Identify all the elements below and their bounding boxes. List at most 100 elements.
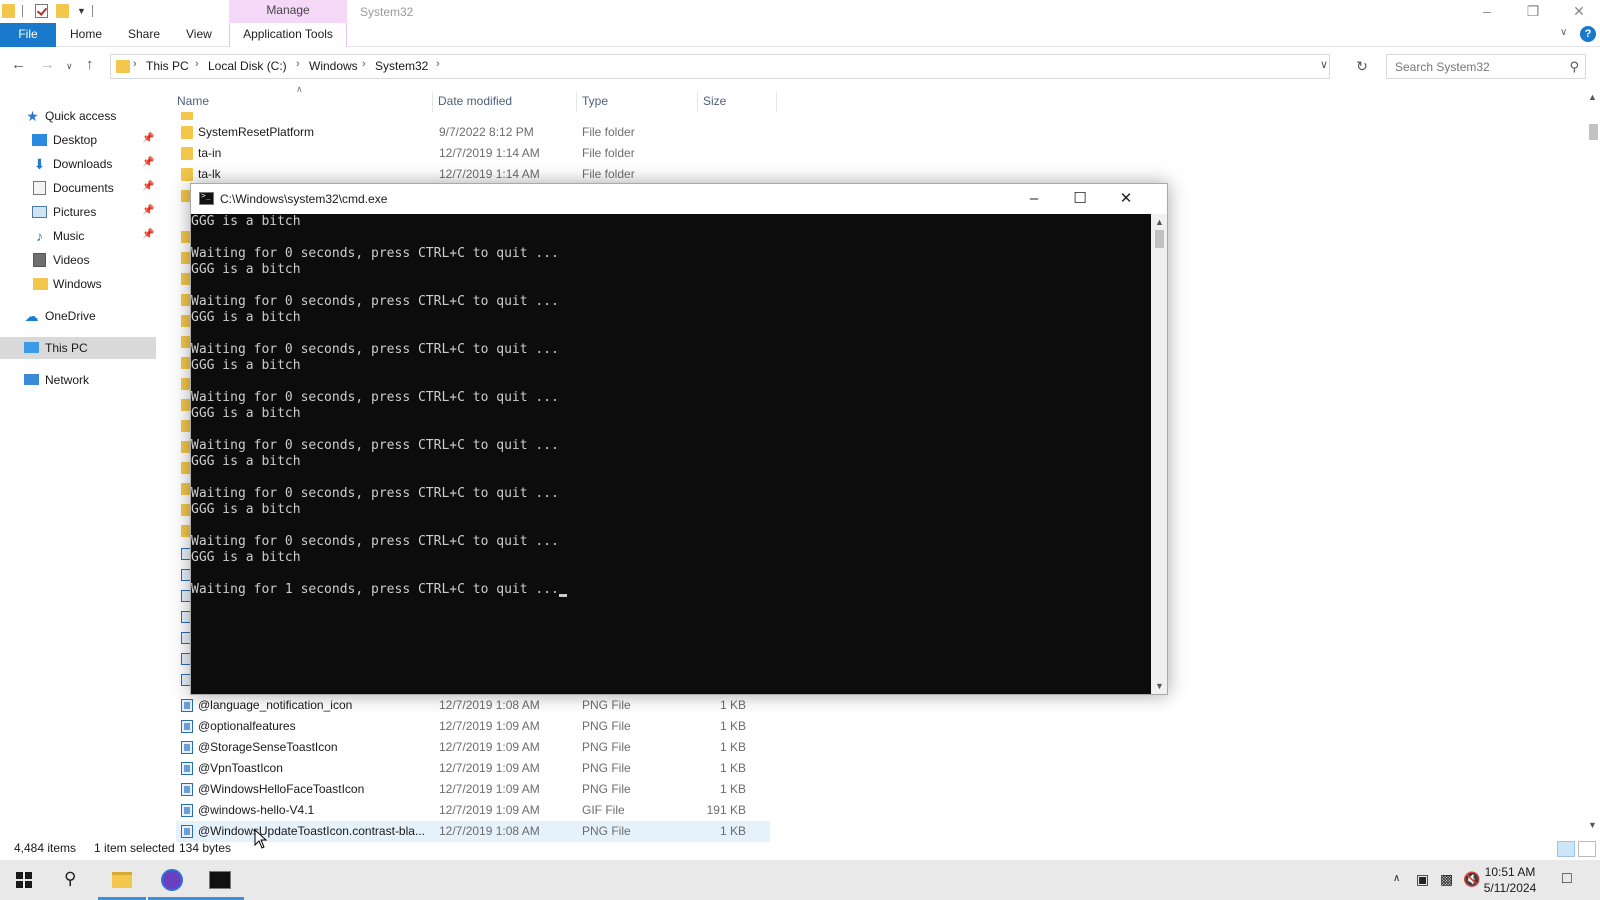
table-row[interactable]: SystemResetPlatform 9/7/2022 8:12 PM Fil…: [176, 122, 770, 143]
taskbar-file-explorer[interactable]: [98, 860, 146, 900]
console-line: GGG is a bitch: [191, 262, 301, 277]
properties-icon[interactable]: [35, 4, 48, 18]
chevron-up-icon[interactable]: ∧: [1393, 873, 1400, 884]
refresh-icon[interactable]: ↻: [1348, 54, 1376, 79]
breadcrumb-this-pc[interactable]: This PC: [146, 59, 189, 73]
back-icon[interactable]: ←: [11, 56, 26, 73]
notifications-icon[interactable]: □: [1562, 870, 1572, 888]
clock[interactable]: 10:51 AM 5/11/2024: [1476, 864, 1544, 896]
table-row[interactable]: @windows-hello-V4.1 12/7/2019 1:09 AM GI…: [176, 800, 770, 821]
tab-view[interactable]: View: [186, 23, 212, 47]
table-row[interactable]: @WindowsHelloFaceToastIcon 12/7/2019 1:0…: [176, 779, 770, 800]
up-icon[interactable]: ↑: [86, 56, 94, 73]
nav-item-quick-access[interactable]: ★ Quick access: [0, 105, 156, 127]
console-line: Waiting for 1 seconds, press CTRL+C to q…: [191, 582, 567, 598]
table-row[interactable]: ta-lk 12/7/2019 1:14 AM File folder: [176, 164, 770, 185]
scroll-up-icon[interactable]: ▲: [1155, 217, 1164, 227]
breadcrumb-local-disk[interactable]: Local Disk (C:): [208, 59, 287, 73]
scroll-down-icon[interactable]: ▼: [1155, 681, 1164, 691]
cmd-title-bar[interactable]: C:\Windows\system32\cmd.exe – ☐ ✕: [191, 184, 1167, 214]
search-button[interactable]: ⚲: [48, 860, 96, 900]
tab-file[interactable]: File: [0, 23, 56, 47]
file-date: 9/7/2022 8:12 PM: [439, 125, 534, 139]
pin-icon[interactable]: 📌: [142, 229, 154, 240]
table-row[interactable]: @language_notification_icon 12/7/2019 1:…: [176, 695, 770, 716]
details-view-icon[interactable]: [1557, 841, 1575, 857]
restore-icon[interactable]: ❐: [1510, 0, 1556, 23]
taskbar-app[interactable]: [148, 860, 196, 900]
pin-icon[interactable]: 📌: [142, 181, 154, 192]
nav-item-downloads[interactable]: ⬇ Downloads 📌: [0, 153, 156, 175]
recent-locations-icon[interactable]: ∨: [66, 61, 73, 72]
search-input[interactable]: [1387, 55, 1559, 78]
address-bar[interactable]: › This PC › Local Disk (C:) › Windows › …: [110, 54, 1330, 79]
address-history-icon[interactable]: ∨: [1320, 58, 1328, 71]
pin-icon[interactable]: 📌: [142, 133, 154, 144]
manage-tab[interactable]: Manage: [229, 0, 347, 23]
table-row[interactable]: ta-in 12/7/2019 1:14 AM File folder: [176, 143, 770, 164]
nav-item-music[interactable]: ♪ Music 📌: [0, 225, 156, 247]
scrollbar-thumb[interactable]: [1589, 124, 1598, 140]
nav-item-videos[interactable]: Videos: [0, 249, 156, 271]
breadcrumb-windows[interactable]: Windows: [309, 59, 358, 73]
expand-ribbon-icon[interactable]: ∨: [1560, 27, 1567, 38]
forward-icon[interactable]: →: [40, 56, 55, 73]
network-icon[interactable]: ▩: [1440, 871, 1453, 888]
help-icon[interactable]: ?: [1580, 26, 1596, 42]
nav-item-network[interactable]: Network: [0, 369, 156, 391]
folder-icon: [181, 168, 193, 181]
chevron-right-icon[interactable]: ›: [195, 58, 199, 70]
table-row[interactable]: @VpnToastIcon 12/7/2019 1:09 AM PNG File…: [176, 758, 770, 779]
maximize-icon[interactable]: ☐: [1057, 184, 1103, 214]
chevron-right-icon[interactable]: ›: [436, 58, 440, 70]
minimize-icon[interactable]: –: [1011, 184, 1057, 214]
column-header-date-modified[interactable]: Date modified: [434, 92, 577, 112]
large-icons-view-icon[interactable]: [1578, 841, 1596, 857]
nav-item-onedrive[interactable]: ☁ OneDrive: [0, 305, 156, 327]
meet-now-icon[interactable]: ▣: [1416, 871, 1429, 888]
nav-item-this-pc[interactable]: This PC: [0, 337, 156, 359]
column-header-size[interactable]: Size: [699, 92, 777, 112]
tab-share[interactable]: Share: [128, 23, 160, 47]
cmd-window[interactable]: C:\Windows\system32\cmd.exe – ☐ ✕ GGG is…: [190, 183, 1168, 695]
close-icon[interactable]: ✕: [1556, 0, 1600, 23]
folder-icon: [2, 4, 15, 18]
column-header-name[interactable]: Name: [173, 92, 433, 112]
scroll-up-icon[interactable]: ▲: [1588, 92, 1597, 102]
column-header-type[interactable]: Type: [578, 92, 698, 112]
new-folder-icon[interactable]: [56, 4, 69, 18]
start-button[interactable]: [0, 860, 48, 900]
pin-icon[interactable]: 📌: [142, 157, 154, 168]
minimize-icon[interactable]: –: [1464, 0, 1510, 23]
file-list-scrollbar[interactable]: ▲ ▼: [1586, 88, 1600, 834]
table-row-partial[interactable]: [176, 112, 770, 120]
nav-item-windows[interactable]: Windows: [0, 273, 156, 295]
search-icon[interactable]: ⚲: [1569, 59, 1579, 75]
breadcrumb-system32[interactable]: System32: [375, 59, 428, 73]
scrollbar-thumb[interactable]: [1155, 230, 1164, 248]
table-row[interactable]: @StorageSenseToastIcon 12/7/2019 1:09 AM…: [176, 737, 770, 758]
pin-icon[interactable]: 📌: [142, 205, 154, 216]
nav-item-desktop[interactable]: Desktop 📌: [0, 129, 156, 151]
console-scrollbar[interactable]: ▲ ▼: [1151, 214, 1167, 694]
tab-application-tools[interactable]: Application Tools: [229, 23, 347, 47]
nav-item-documents[interactable]: Documents 📌: [0, 177, 156, 199]
file-name: @WindowsUpdateToastIcon.contrast-bla...: [198, 824, 425, 838]
console-line: GGG is a bitch: [191, 454, 301, 469]
network-icon: [24, 374, 39, 385]
windows-logo-icon: [16, 872, 32, 888]
close-icon[interactable]: ✕: [1103, 184, 1149, 214]
customize-toolbar-icon[interactable]: ▼: [77, 6, 86, 16]
quick-access-divider: [92, 5, 93, 17]
nav-item-pictures[interactable]: Pictures 📌: [0, 201, 156, 223]
file-size: 1 KB: [719, 719, 746, 733]
scroll-down-icon[interactable]: ▼: [1588, 820, 1597, 830]
file-date: 12/7/2019 1:09 AM: [439, 803, 540, 817]
chevron-right-icon[interactable]: ›: [296, 58, 300, 70]
chevron-right-icon[interactable]: ›: [362, 58, 366, 70]
taskbar-cmd[interactable]: [196, 860, 244, 900]
tab-home[interactable]: Home: [70, 23, 102, 47]
terminal-icon: [209, 871, 231, 889]
table-row[interactable]: @optionalfeatures 12/7/2019 1:09 AM PNG …: [176, 716, 770, 737]
console-output[interactable]: GGG is a bitch Waiting for 0 seconds, pre…: [191, 214, 1151, 694]
